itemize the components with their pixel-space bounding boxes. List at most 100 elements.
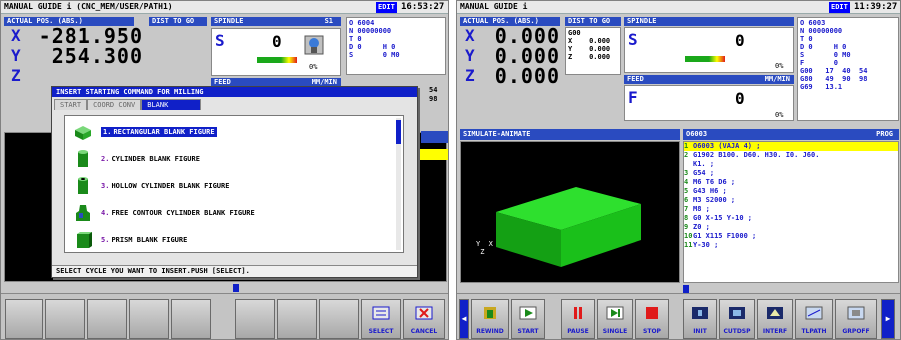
dialog-status-message: SELECT CYCLE YOU WANT TO INSERT.PUSH [SE… [52,265,417,277]
right-strip-header [421,131,448,143]
scrollbar-thumb[interactable] [396,120,401,144]
softkey-next-arrow[interactable]: ▶ [881,299,895,339]
dialog-tabs: START COORD CONV BLANK [54,99,202,110]
clock: 16:53:27 [401,2,445,12]
simulation-viewport: Y X Z [460,141,680,283]
softkey-select[interactable]: SELECT [361,299,401,339]
box-icon [75,126,91,140]
axis-y-value: 254.300 [51,44,143,68]
softkey-pause[interactable]: PAUSE [561,299,595,339]
code-line: 9 Z0 ; [684,223,710,231]
interference-icon [767,307,783,319]
code-line: 8 G0 X-15 Y-10 ; [684,214,753,222]
spindle-letter: S [628,30,638,49]
right-cnc-screen: MANUAL GUIDE i EDIT 11:39:27 ACTUAL POS.… [456,0,901,340]
feed-value: 0 [735,89,745,108]
dist-to-go-header: DIST TO GO [565,17,621,26]
softkey-stop[interactable]: STOP [635,299,669,339]
tab-start[interactable]: START [54,99,88,110]
tab-coord-conv[interactable]: COORD CONV [87,99,142,110]
line-mark-2: 2. [421,256,431,265]
title-bar: MANUAL GUIDE i (CNC_MEM/USER/PATH1) EDIT… [1,1,448,14]
hollow-cylinder-icon [78,177,88,194]
softkey-prev-arrow[interactable]: ◀ [459,299,469,339]
softkey-cancel[interactable]: CANCEL [403,299,445,339]
chevron-right-icon: ▶ [885,314,891,323]
spindle-icon [304,35,324,55]
cancel-icon [415,306,433,320]
green-blank-solid [496,187,641,267]
code-line: 6 M3 S2000 ; [684,196,736,204]
spindle-header: SPINDLE S1 [211,17,341,26]
axis-z-letter: Z [465,66,475,85]
list-item-free-contour-cylinder-blank[interactable]: 4. FREE CONTOUR CYLINDER BLANK FIGURE [65,200,401,226]
code-line: 11Y-30 ; [684,241,719,249]
chevron-left-icon: ◀ [461,314,467,323]
mode-badge: EDIT [829,2,850,13]
softkey-cutdsp[interactable]: CUTDSP [719,299,755,339]
line-mark-1: 1. [421,166,431,175]
code-line: 2 G1902 B100. D60. H30. I0. J60. [684,151,820,159]
tab-blank[interactable]: BLANK [141,99,202,110]
spindle-percent: 0% [775,62,784,70]
softkey-tlpath[interactable]: TLPATH [795,299,833,339]
softkey-grpoff[interactable]: GRPOFF [835,299,877,339]
cursor-block [683,285,689,293]
feed-letter: F [628,88,638,107]
softkey-blank-4[interactable] [129,299,169,339]
spindle-load-bar [257,57,297,63]
softkey-blank-2[interactable] [45,299,85,339]
softkey-rewind[interactable]: REWIND [471,299,509,339]
stop-icon [646,307,658,319]
list-scrollbar[interactable] [396,118,401,250]
spindle-panel: S 0 0% [211,28,341,76]
softkey-blank-1[interactable] [5,299,43,339]
play-icon [519,306,537,320]
softkey-blank-7[interactable] [277,299,317,339]
softkey-blank-6[interactable] [235,299,275,339]
side-values: 54 98 [429,86,438,103]
code-line: 4 M6 T6 D6 ; [684,178,736,186]
window-title: MANUAL GUIDE i (CNC_MEM/USER/PATH1) [4,2,173,11]
code-line: 5 G43 H6 ; [684,187,727,195]
left-softkey-bar: SELECT CANCEL [1,293,448,339]
code-line: 10G1 X115 F1000 ; [684,232,757,240]
dist-to-go-header: DIST TO GO [149,17,207,26]
axis-z-letter: Z [11,66,21,85]
list-item-cylinder-blank[interactable]: 2. CYLINDER BLANK FIGURE [65,146,401,172]
axis-y-letter: Y [11,46,21,65]
axis-z-value: 0.000 [494,64,560,88]
free-contour-icon [76,205,90,221]
current-line-marker [419,149,448,160]
spindle-value: 0 [735,31,745,50]
softkey-blank-8[interactable] [319,299,359,339]
softkey-interf[interactable]: INTERF [757,299,793,339]
code-line: K1. ; [693,160,715,168]
code-line: 1 O6003 (VAJA 4) ; [684,142,898,151]
softkey-init[interactable]: INIT [683,299,717,339]
softkey-start[interactable]: START [511,299,545,339]
cylinder-icon [78,150,88,167]
title-bar: MANUAL GUIDE i EDIT 11:39:27 [457,1,900,14]
left-cnc-screen: MANUAL GUIDE i (CNC_MEM/USER/PATH1) EDIT… [0,0,449,340]
axis-x-value: 0.000 [494,24,560,48]
softkey-blank-3[interactable] [87,299,127,339]
pause-icon [574,307,582,319]
softkey-single[interactable]: SINGLE [597,299,633,339]
rewind-icon [484,307,496,319]
axis-y-letter: Y [465,46,475,65]
list-item-prism-blank[interactable]: 5. PRISM BLANK FIGURE [65,227,401,253]
program-listing[interactable]: 1 O6003 (VAJA 4) ; 2 G1902 B100. D60. H30.… [683,141,899,283]
softkey-blank-5[interactable] [171,299,211,339]
clock: 11:39:27 [854,2,898,12]
init-icon [692,307,708,319]
select-icon [372,306,390,320]
dialog-title: INSERT STARTING COMMAND FOR MILLING [52,87,417,97]
axis-y-value: 0.000 [494,44,560,68]
list-item-rectangular-blank[interactable]: 1. RECTANGULAR BLANK FIGURE [65,119,401,145]
blank-figure-list: 1. RECTANGULAR BLANK FIGURE 2. CYLINDER BL… [64,115,404,253]
modal-info-panel: O 6003 N 00000000 T 0 D 0 H 0 S 0 M0 F 0… [797,17,899,121]
step-icon [606,306,624,320]
list-item-hollow-cylinder-blank[interactable]: 3. HOLLOW CYLINDER BLANK FIGURE [65,173,401,199]
tool-path-icon [805,306,823,320]
